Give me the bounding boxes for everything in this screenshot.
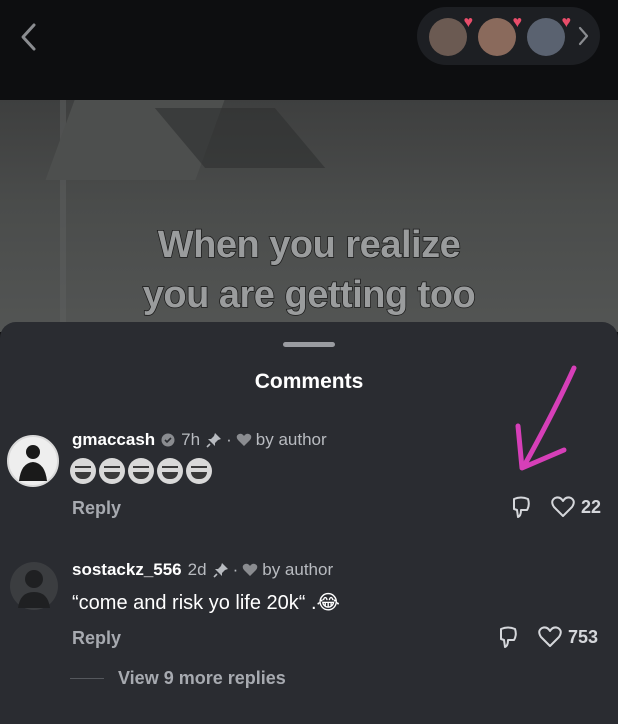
comment-header: sostackz_556 2d · by author	[72, 560, 333, 580]
annotation-arrow-icon	[515, 365, 577, 471]
liked-by-avatars[interactable]: ♥ ♥ ♥	[417, 7, 600, 65]
verified-badge-icon	[161, 433, 175, 447]
view-more-replies-button[interactable]: View 9 more replies	[70, 668, 286, 689]
avatar: ♥	[478, 15, 522, 56]
video-caption-line1: When you realize	[157, 223, 461, 267]
heart-icon: ♥	[463, 14, 474, 31]
video-preview[interactable]: When you realize you are getting too	[0, 100, 618, 332]
back-button[interactable]	[14, 20, 44, 54]
heart-icon	[236, 433, 252, 447]
heart-icon	[242, 563, 258, 577]
avatar: ♥	[429, 15, 473, 56]
laughing-emoji-icon	[70, 458, 96, 484]
pin-icon	[206, 432, 222, 448]
username[interactable]: gmaccash	[72, 430, 155, 450]
drag-handle[interactable]	[283, 342, 335, 347]
user-silhouette-icon	[19, 445, 47, 481]
heart-outline-icon	[551, 496, 575, 517]
chevron-left-icon	[21, 23, 36, 51]
separator-dot: ·	[226, 430, 232, 449]
comment-header: gmaccash 7h · by author	[72, 430, 327, 450]
laughing-emoji-icon	[99, 458, 125, 484]
comment-time: 2d	[187, 560, 207, 579]
like-button[interactable]: 22	[551, 496, 601, 518]
separator-dot: ·	[232, 560, 239, 579]
laughing-emoji-icon	[186, 458, 212, 484]
heart-icon: ♥	[561, 14, 572, 31]
avatar: ♥	[527, 15, 571, 56]
user-silhouette-icon	[18, 570, 50, 608]
top-bar: ♥ ♥ ♥	[0, 0, 618, 100]
avatar[interactable]	[7, 435, 59, 487]
like-button[interactable]: 753	[538, 626, 598, 648]
dislike-icon[interactable]	[497, 626, 519, 650]
dislike-icon[interactable]	[510, 496, 532, 520]
chevron-right-icon	[578, 26, 589, 46]
username[interactable]: sostackz_556	[72, 560, 182, 580]
heart-outline-icon	[538, 626, 562, 647]
comment-time: 7h	[181, 430, 201, 449]
comment-text: “come and risk yo life 20k“ .😂	[72, 592, 340, 614]
laughing-emoji-icon	[128, 458, 154, 484]
laughing-emoji-icon	[157, 458, 183, 484]
view-more-replies-label: View 9 more replies	[118, 668, 286, 688]
comment-text	[70, 458, 212, 484]
like-count: 753	[568, 626, 599, 647]
like-count: 22	[581, 496, 602, 517]
divider	[70, 678, 104, 679]
avatar[interactable]	[10, 562, 58, 610]
heart-icon: ♥	[512, 14, 523, 31]
video-caption-line2: you are getting too	[142, 273, 477, 317]
reply-button[interactable]: Reply	[72, 498, 121, 519]
reply-button[interactable]: Reply	[72, 628, 121, 649]
liked-by-author-label: by author	[255, 430, 327, 449]
liked-by-author-label: by author	[262, 560, 334, 579]
pin-icon	[212, 562, 229, 578]
